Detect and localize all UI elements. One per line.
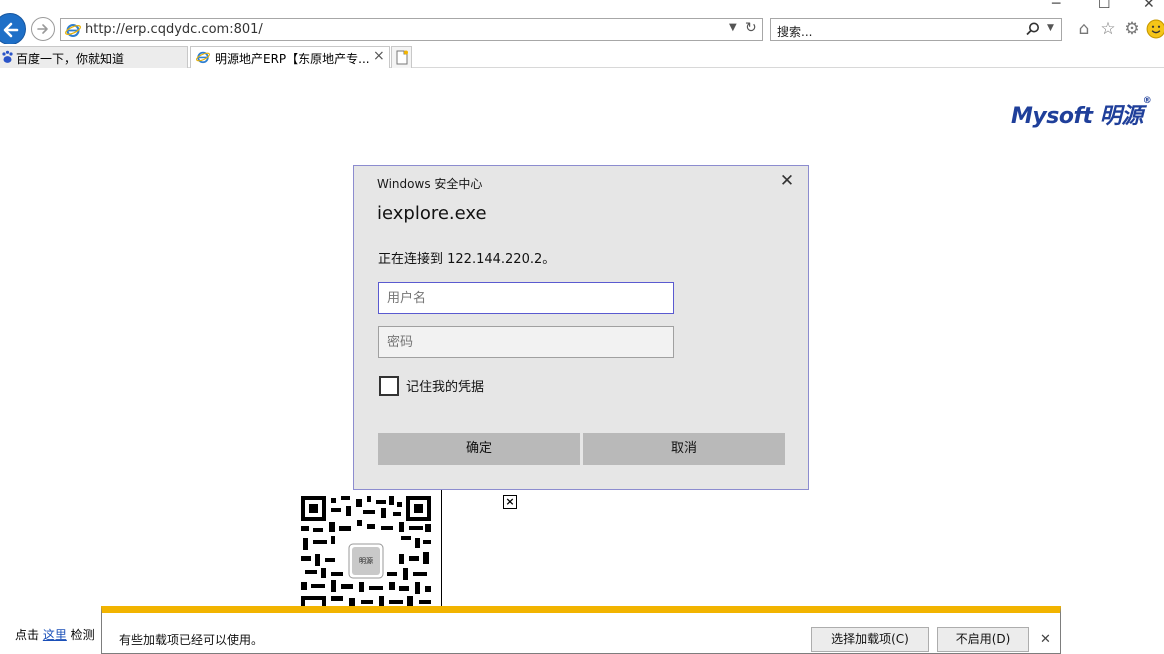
browser-toolbar: ─ ☐ ✕ http://erp.cqdydc.com:801/ ▼ ↻ 搜索.… — [0, 0, 1164, 45]
username-field[interactable] — [378, 282, 674, 314]
divider — [441, 490, 442, 608]
url-text: http://erp.cqdydc.com:801/ — [85, 22, 263, 37]
addon-notification-bar: 有些加载项已经可以使用。 选择加载项(C) 不启用(D) ✕ — [101, 606, 1061, 654]
search-chevron-down-icon[interactable]: ▼ — [1047, 23, 1054, 33]
search-icon[interactable] — [1025, 21, 1041, 37]
search-placeholder: 搜索... — [777, 25, 813, 39]
maximize-icon[interactable]: ☐ — [1098, 0, 1111, 12]
remember-label: 记住我的凭据 — [406, 380, 485, 395]
ok-button[interactable]: 确定 — [378, 433, 580, 465]
close-icon[interactable]: ✕ — [777, 171, 797, 191]
favorites-star-icon[interactable]: ☆ — [1098, 19, 1118, 39]
remember-checkbox[interactable] — [379, 376, 399, 396]
cancel-button[interactable]: 取消 — [583, 433, 785, 465]
close-tab-icon[interactable]: × — [373, 48, 385, 64]
footer-hint: 点击 这里 检测 — [15, 628, 95, 642]
dialog-app-name: iexplore.exe — [377, 203, 487, 224]
choose-addons-button[interactable]: 选择加载项(C) — [811, 627, 929, 652]
tab-mysoft-erp[interactable]: 明源地产ERP【东原地产专... × — [190, 46, 390, 68]
back-button[interactable] — [0, 13, 26, 45]
mysoft-logo: Mysoft 明源® — [1011, 96, 1152, 130]
address-bar[interactable]: http://erp.cqdydc.com:801/ ▼ ↻ — [60, 18, 763, 41]
disable-addons-button[interactable]: 不启用(D) — [937, 627, 1029, 652]
new-tab-button[interactable] — [391, 46, 412, 68]
ie-icon — [65, 24, 81, 37]
baidu-paw-icon — [2, 50, 13, 63]
notification-message: 有些加载项已经可以使用。 — [119, 633, 264, 647]
tab-label: 明源地产ERP【东原地产专... — [215, 52, 370, 66]
close-window-icon[interactable]: ✕ — [1143, 0, 1155, 12]
registered-mark: ® — [1142, 96, 1152, 106]
minimize-icon[interactable]: ─ — [1052, 0, 1060, 12]
qr-code-image: 明源 — [301, 496, 432, 608]
check-here-link[interactable]: 这里 — [43, 628, 67, 642]
ie-icon — [196, 51, 210, 64]
new-tab-icon — [396, 50, 408, 65]
back-arrow-icon — [3, 22, 19, 38]
password-field[interactable] — [378, 326, 674, 358]
qr-center-label: 明源 — [359, 556, 373, 565]
close-notification-icon[interactable]: ✕ — [1040, 632, 1051, 647]
gear-icon[interactable]: ⚙ — [1122, 19, 1142, 39]
home-icon[interactable]: ⌂ — [1074, 19, 1094, 39]
smiley-feedback-icon[interactable] — [1146, 19, 1164, 39]
windows-security-dialog: Windows 安全中心 ✕ iexplore.exe 正在连接到 122.14… — [353, 165, 809, 490]
logo-text: Mysoft 明源 — [1011, 104, 1143, 129]
tab-baidu[interactable]: 百度一下，你就知道 — [0, 46, 188, 68]
forward-arrow-icon — [37, 24, 48, 34]
dialog-caption: Windows 安全中心 — [377, 177, 483, 191]
search-box[interactable]: 搜索... ▼ — [770, 18, 1062, 41]
forward-button[interactable] — [31, 17, 55, 41]
connection-message: 正在连接到 122.144.220.2。 — [378, 252, 556, 267]
tab-bar: 百度一下，你就知道 明源地产ERP【东原地产专... × — [0, 44, 1164, 68]
refresh-icon[interactable]: ↻ — [745, 20, 757, 36]
broken-image-icon: × — [503, 495, 517, 509]
tab-label: 百度一下，你就知道 — [16, 52, 125, 66]
chevron-down-icon[interactable]: ▼ — [729, 22, 737, 33]
